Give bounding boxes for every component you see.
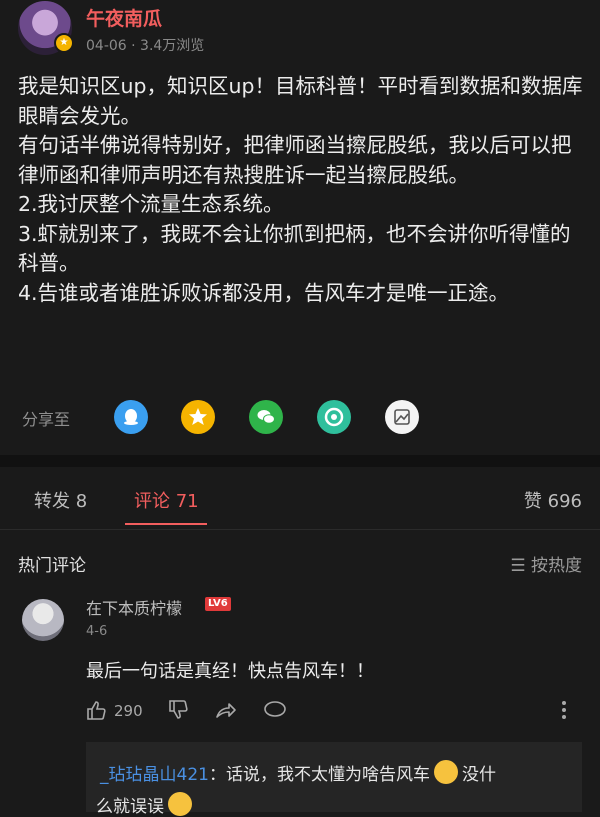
wechat-icon[interactable] bbox=[249, 400, 283, 434]
reply-line: _玷玷晶山421：话说，我不太懂为啥告风车 没什 bbox=[100, 760, 496, 785]
author-name[interactable]: 午夜南瓜 bbox=[86, 4, 162, 31]
reply-text-cont: 么就误误 bbox=[96, 797, 164, 817]
tab-likes[interactable]: 赞 696 bbox=[524, 487, 582, 513]
sort-lines-icon: ☰ bbox=[510, 556, 531, 576]
qzone-icon[interactable] bbox=[181, 400, 215, 434]
reply-text: ：话说，我不太懂为啥告风车 bbox=[208, 765, 430, 785]
more-options-button[interactable] bbox=[560, 699, 568, 725]
commenter-name[interactable]: 在下本质柠檬 bbox=[86, 595, 182, 619]
commenter-avatar[interactable] bbox=[22, 599, 64, 641]
reply-text-cont: 没什 bbox=[461, 765, 496, 785]
comment-text: 最后一句话是真经！快点告风车！！ bbox=[86, 661, 374, 682]
hot-comments-title: 热门评论 bbox=[18, 556, 86, 576]
tab-comments[interactable]: 评论 71 bbox=[134, 487, 199, 513]
laughing-emoji-icon bbox=[168, 792, 192, 816]
reply-button[interactable] bbox=[263, 699, 287, 725]
author-avatar[interactable]: ★ bbox=[18, 1, 74, 55]
like-button[interactable]: 290 bbox=[86, 699, 143, 725]
post-card: ★ 午夜南瓜 04-06 · 3.4万浏览 我是知识区up，知识区up！目标科普… bbox=[0, 0, 600, 455]
section-divider bbox=[0, 455, 600, 467]
share-arrow-icon bbox=[216, 703, 236, 718]
interaction-tabs: 转发 8 评论 71 赞 696 bbox=[0, 467, 600, 530]
sort-label: 按热度 bbox=[531, 556, 582, 576]
verified-badge-icon: ★ bbox=[54, 33, 74, 53]
tab-repost[interactable]: 转发 8 bbox=[34, 487, 87, 513]
post-date: 04-06 bbox=[86, 38, 127, 54]
moments-icon[interactable] bbox=[317, 400, 351, 434]
share-bar: 分享至 bbox=[22, 400, 582, 434]
post-views: 3.4万浏览 bbox=[140, 38, 205, 54]
post-paragraph: 3.虾就别来了，我既不会让你抓到把柄，也不会讲你听得懂的科普。 bbox=[18, 221, 571, 276]
share-comment-button[interactable] bbox=[214, 699, 238, 725]
comment-bubble-icon bbox=[264, 701, 286, 717]
more-vertical-icon bbox=[562, 701, 566, 719]
post-paragraph: 有句话半佛说得特别好，把律师函当擦屁股纸，我以后可以把律师函和律师声明还有热搜胜… bbox=[18, 133, 572, 187]
like-count: 290 bbox=[114, 702, 143, 720]
post-meta: 04-06 · 3.4万浏览 bbox=[86, 35, 204, 55]
reply-preview[interactable]: _玷玷晶山421：话说，我不太懂为啥告风车 没什 么就误误 bbox=[86, 742, 582, 817]
comment-date: 4-6 bbox=[86, 624, 108, 639]
level-badge: LV6 bbox=[205, 597, 231, 611]
post-paragraph: 2.我讨厌整个流量生态系统。 bbox=[18, 192, 284, 216]
active-tab-indicator bbox=[125, 523, 207, 525]
thumbs-down-icon bbox=[169, 700, 188, 719]
laughing-emoji-icon bbox=[433, 760, 458, 784]
comment-actions: 290 bbox=[86, 699, 586, 725]
dislike-button[interactable] bbox=[168, 699, 190, 725]
meta-separator: · bbox=[131, 38, 141, 54]
sort-button[interactable]: ☰ 按热度 bbox=[510, 551, 582, 576]
post-paragraph: 我是知识区up，知识区up！目标科普！平时看到数据和数据库眼睛会发光。 bbox=[18, 74, 583, 128]
thumbs-up-icon bbox=[87, 701, 106, 720]
post-paragraph: 4.告谁或者谁胜诉败诉都没用，告风车才是唯一正途。 bbox=[18, 280, 510, 305]
post-content: 我是知识区up，知识区up！目标科普！平时看到数据和数据库眼睛会发光。 有句话半… bbox=[18, 72, 584, 308]
reply-line: 么就误误 bbox=[96, 792, 196, 817]
reply-username[interactable]: _玷玷晶山421 bbox=[100, 765, 209, 785]
album-icon[interactable] bbox=[385, 400, 419, 434]
share-label: 分享至 bbox=[22, 410, 71, 429]
qq-icon[interactable] bbox=[114, 400, 148, 434]
